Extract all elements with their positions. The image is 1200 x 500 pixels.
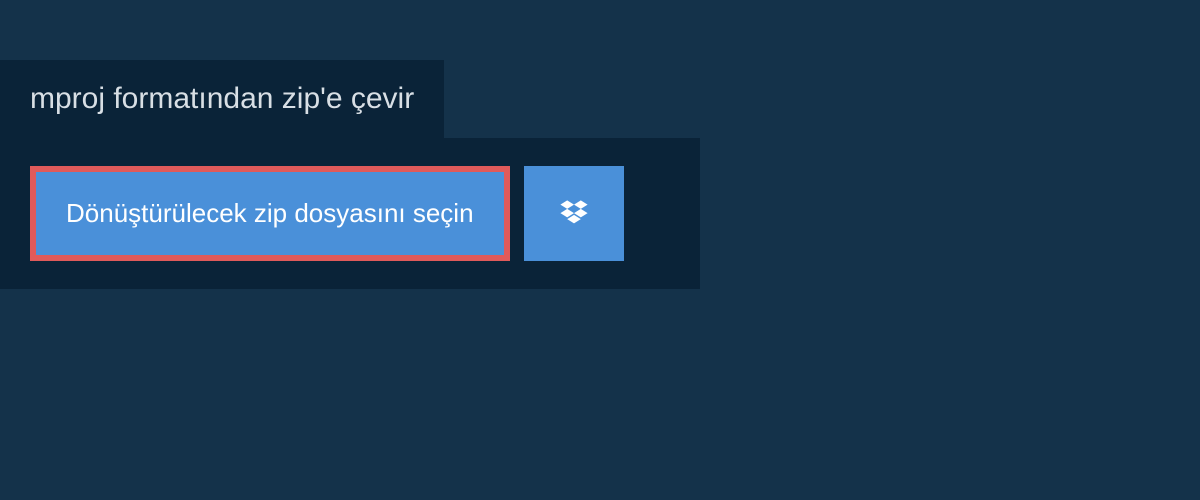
converter-panel: Dönüştürülecek zip dosyasını seçin — [0, 138, 700, 289]
page-header: mproj formatından zip'e çevir — [0, 60, 444, 138]
select-file-label: Dönüştürülecek zip dosyasını seçin — [66, 198, 474, 228]
select-file-button[interactable]: Dönüştürülecek zip dosyasını seçin — [30, 166, 510, 261]
page-title: mproj formatından zip'e çevir — [30, 82, 414, 115]
dropbox-icon — [557, 197, 591, 231]
dropbox-button[interactable] — [524, 166, 624, 261]
action-row: Dönüştürülecek zip dosyasını seçin — [30, 166, 670, 261]
